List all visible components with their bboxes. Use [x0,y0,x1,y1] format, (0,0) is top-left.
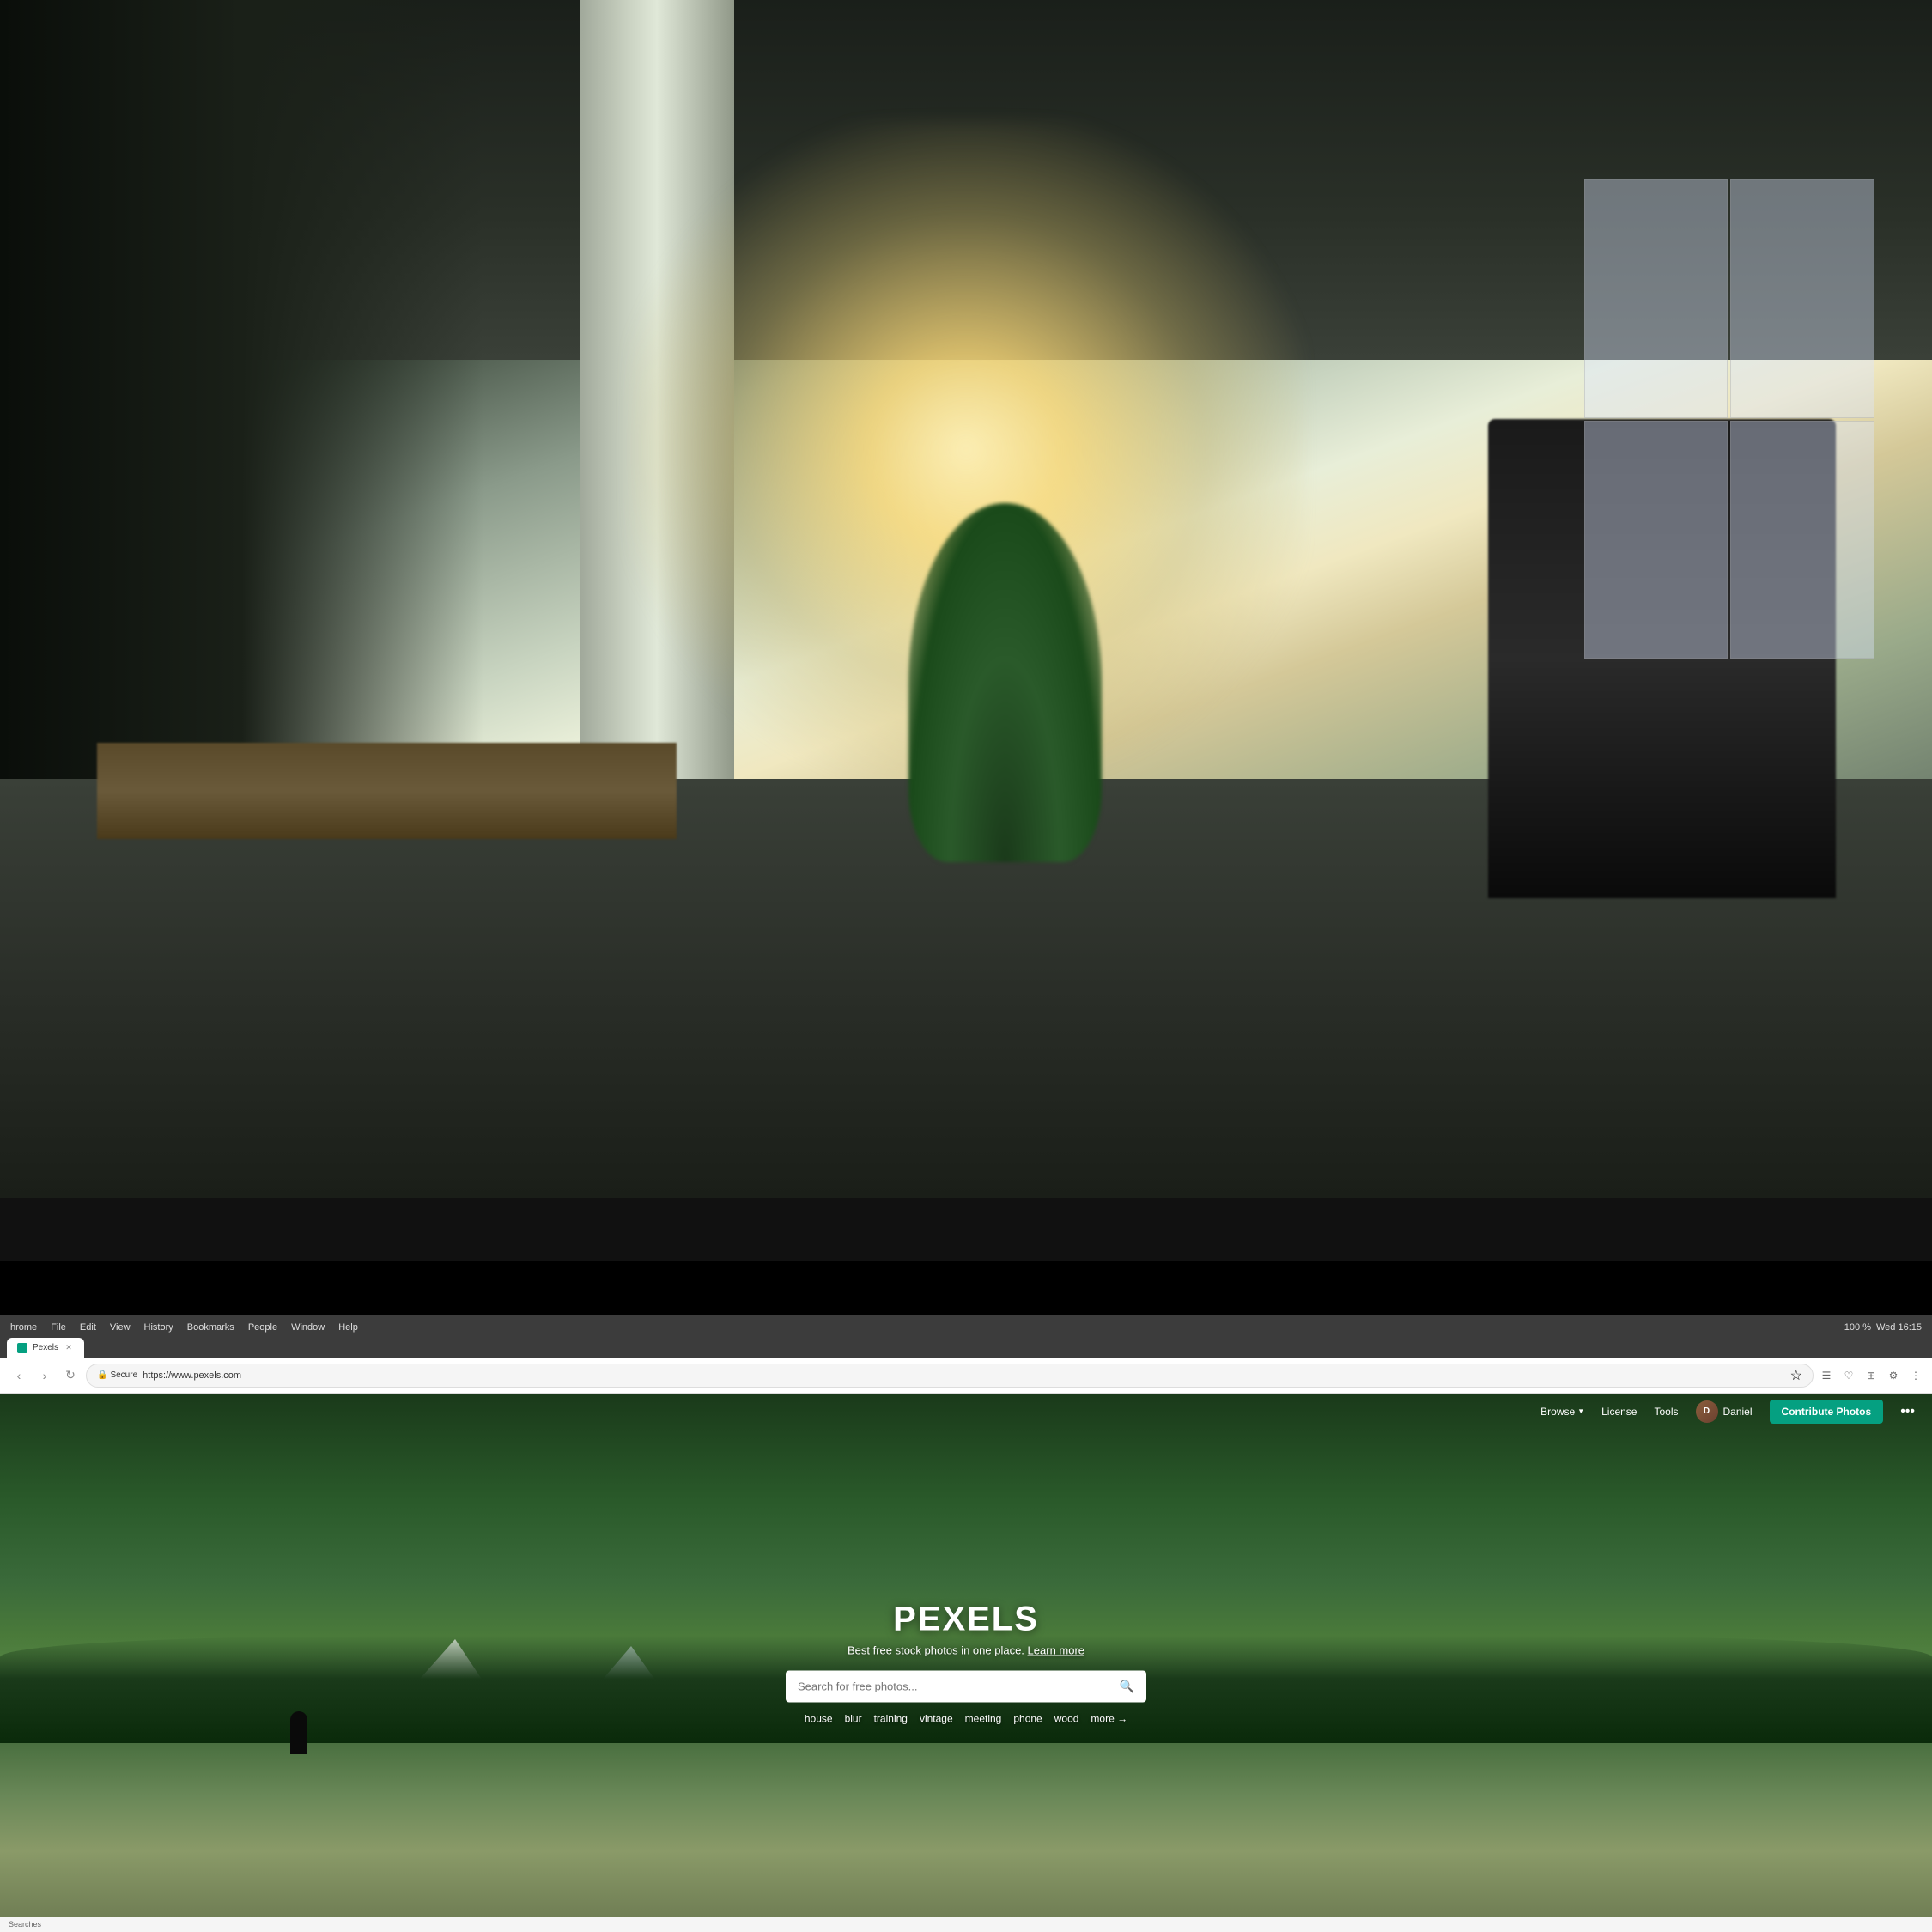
browse-dropdown-arrow: ▼ [1577,1407,1584,1415]
address-actions: ☆ [1790,1367,1802,1384]
license-nav-link[interactable]: License [1601,1406,1637,1418]
hero-content: PEXELS Best free stock photos in one pla… [193,1601,1739,1725]
search-input[interactable] [798,1680,1111,1693]
tag-vintage[interactable]: vintage [920,1713,953,1725]
menu-file[interactable]: File [51,1322,66,1333]
extension-icon-3[interactable]: ⊞ [1863,1368,1879,1383]
menu-window[interactable]: Window [291,1322,325,1333]
menu-edit[interactable]: Edit [80,1322,96,1333]
tag-more-link[interactable]: more → [1091,1713,1127,1725]
screen-area: hrome File Edit View History Bookmarks P… [0,1261,1932,1932]
browser-toolbar: ‹ › ↻ 🔒 Secure https://www.pexels.com ☆ … [0,1358,1932,1394]
forward-button[interactable]: › [34,1365,55,1386]
browse-nav-link[interactable]: Browse ▼ [1540,1406,1584,1418]
table [97,743,677,839]
search-icon: 🔍 [1120,1680,1134,1694]
extension-icon-4[interactable]: ⚙ [1886,1368,1901,1383]
website-content: Browse ▼ License Tools D Daniel Contribu… [0,1394,1932,1932]
tag-training[interactable]: training [874,1713,908,1725]
tools-label: Tools [1654,1406,1678,1418]
window-pane [1730,179,1874,418]
tags-row: house blur training vintage meeting phon… [193,1713,1739,1725]
menu-help[interactable]: Help [338,1322,358,1333]
user-avatar: D [1696,1400,1718,1423]
tab-bar: Pexels ✕ [7,1338,1925,1358]
address-bar[interactable]: 🔒 Secure https://www.pexels.com ☆ [86,1364,1814,1388]
tag-house[interactable]: house [805,1713,833,1725]
tag-meeting[interactable]: meeting [965,1713,1002,1725]
menu-chrome[interactable]: hrome [10,1322,37,1333]
tag-phone[interactable]: phone [1013,1713,1042,1725]
license-label: License [1601,1406,1637,1418]
tools-nav-link[interactable]: Tools [1654,1406,1678,1418]
site-subtitle: Best free stock photos in one place. Lea… [193,1644,1739,1657]
browser-chrome: hrome File Edit View History Bookmarks P… [0,1315,1932,1358]
tag-wood[interactable]: wood [1054,1713,1079,1725]
active-tab[interactable]: Pexels ✕ [7,1338,84,1358]
menu-history[interactable]: History [144,1322,173,1333]
contribute-photos-button[interactable]: Contribute Photos [1770,1400,1884,1424]
battery-level: 100 % [1844,1322,1871,1333]
site-nav: Browse ▼ License Tools D Daniel Contribu… [0,1394,1932,1430]
window-pane [1584,421,1728,659]
monitor-bezel [0,1198,1932,1261]
menu-bar: hrome File Edit View History Bookmarks P… [7,1321,1925,1334]
tab-favicon [17,1343,27,1353]
browse-label: Browse [1540,1406,1575,1418]
status-bar: Searches [0,1917,1932,1932]
menu-bookmarks[interactable]: Bookmarks [187,1322,234,1333]
menu-view[interactable]: View [110,1322,131,1333]
window-pane [1584,179,1728,418]
toolbar-extensions: ☰ ♡ ⊞ ⚙ ⋮ [1819,1368,1923,1383]
menu-people[interactable]: People [248,1322,277,1333]
user-menu[interactable]: D Daniel [1696,1400,1753,1423]
back-button[interactable]: ‹ [9,1365,29,1386]
star-icon[interactable]: ☆ [1790,1367,1802,1384]
tab-close-button[interactable]: ✕ [64,1343,74,1353]
system-tray: 100 % Wed 16:15 [1844,1322,1922,1333]
office-scene [0,0,1932,1198]
refresh-button[interactable]: ↻ [60,1365,81,1386]
right-windows [1584,179,1874,659]
window-pane [1730,421,1874,659]
more-tools-button[interactable]: ⋮ [1908,1368,1923,1383]
more-options-button[interactable]: ••• [1900,1404,1915,1419]
browser-window: hrome File Edit View History Bookmarks P… [0,1315,1932,1932]
secure-label: Secure [110,1370,137,1380]
office-background [0,0,1932,1198]
url-text: https://www.pexels.com [143,1370,241,1381]
learn-more-link[interactable]: Learn more [1028,1644,1084,1657]
status-text: Searches [9,1920,41,1929]
clock: Wed 16:15 [1876,1322,1922,1333]
extension-icon-1[interactable]: ☰ [1819,1368,1834,1383]
search-bar[interactable]: 🔍 [786,1671,1146,1703]
extension-icon-2[interactable]: ♡ [1841,1368,1856,1383]
tab-label: Pexels [33,1343,58,1352]
site-title: PEXELS [193,1601,1739,1639]
tag-blur[interactable]: blur [845,1713,862,1725]
plant [908,503,1102,863]
secure-icon: 🔒 Secure [97,1370,137,1380]
username-label: Daniel [1723,1406,1753,1418]
